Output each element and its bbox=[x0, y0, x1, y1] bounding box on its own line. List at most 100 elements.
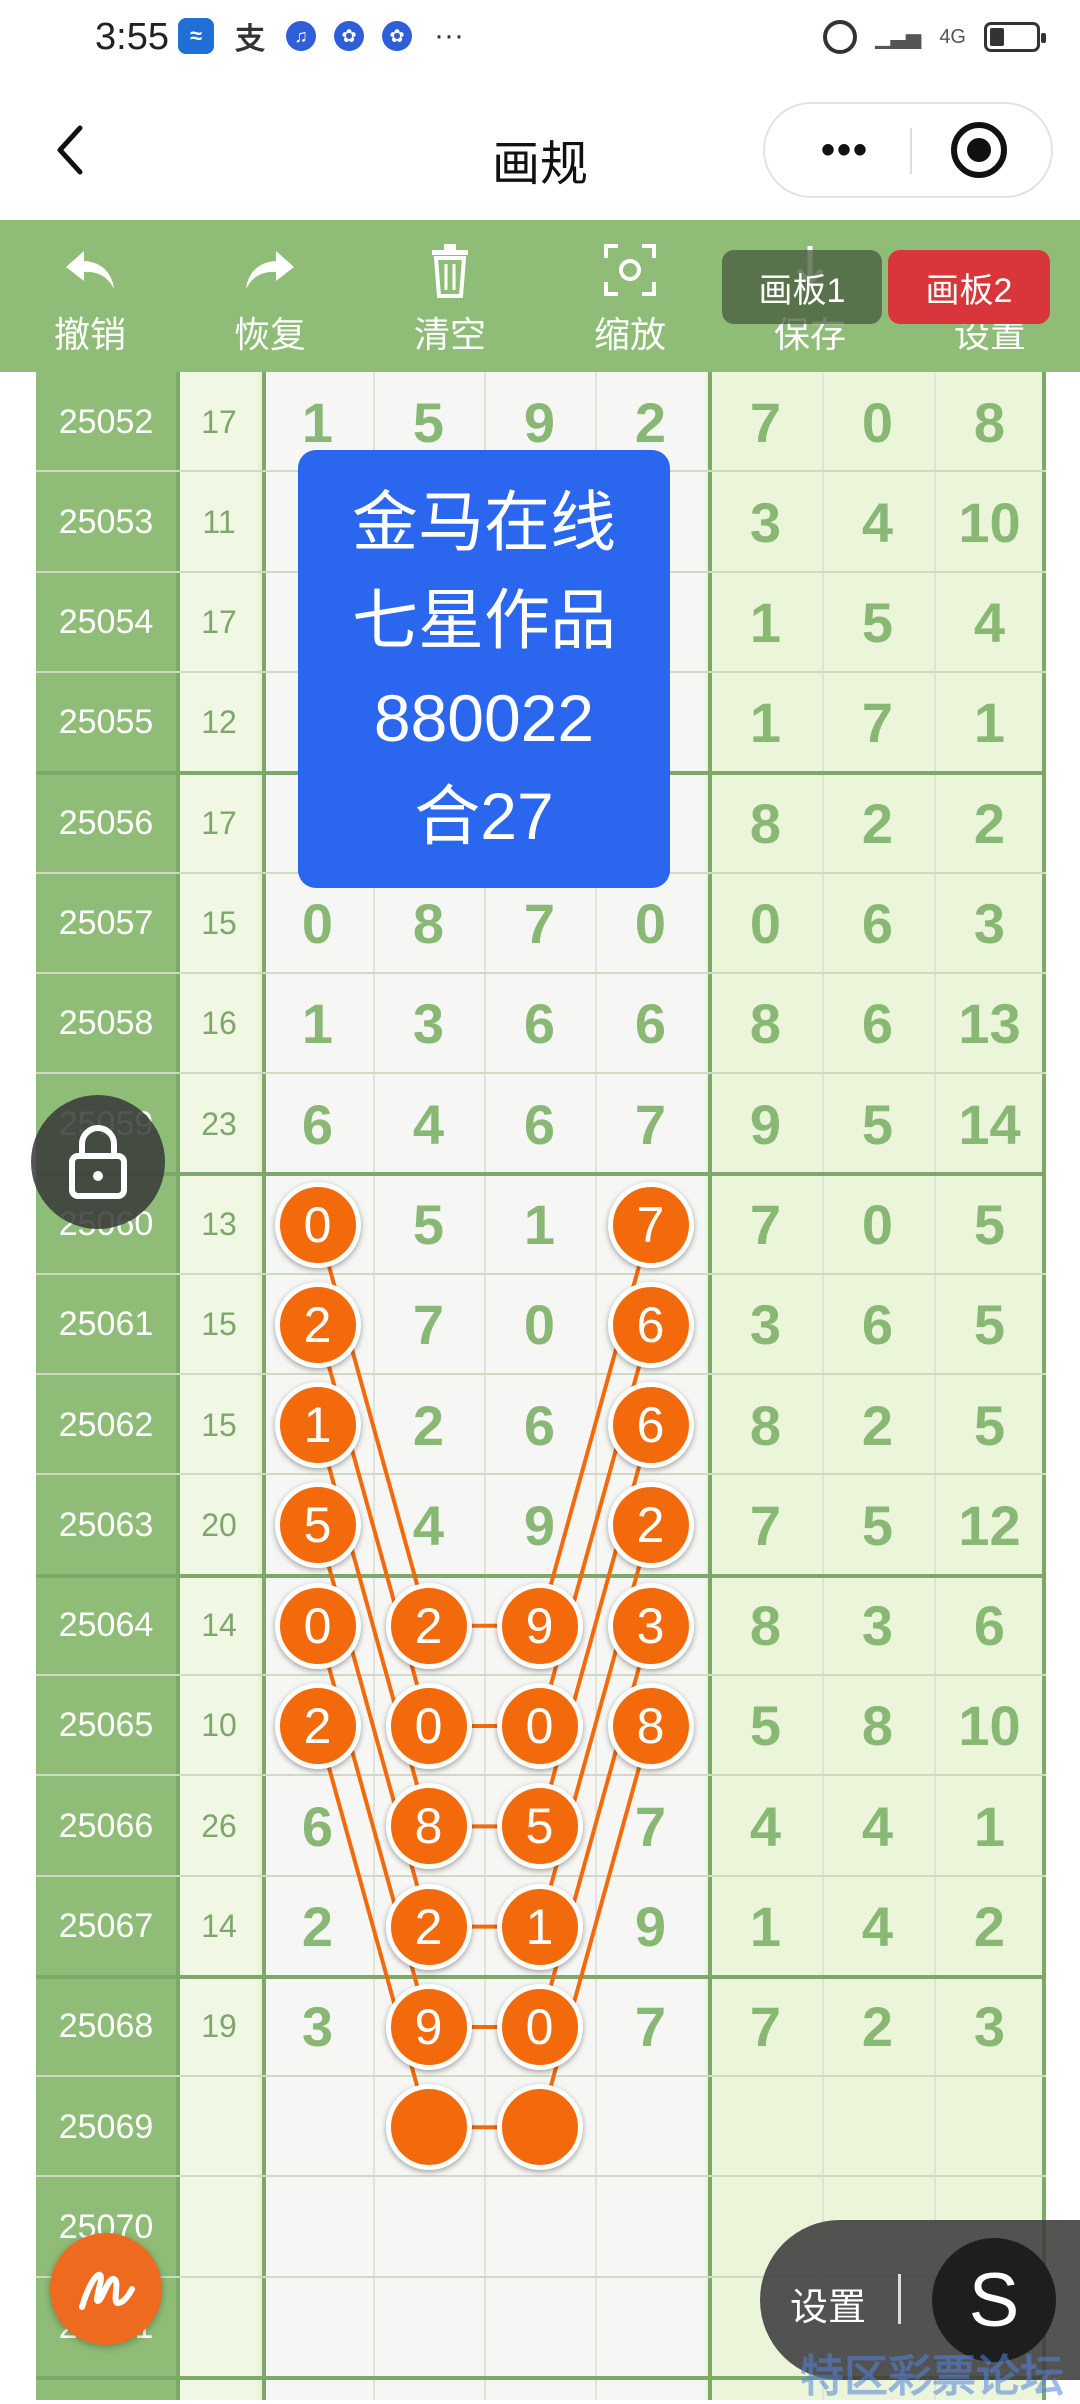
digit-cell[interactable]: 13 bbox=[934, 974, 1045, 1074]
digit-cell[interactable]: 4 bbox=[822, 472, 933, 572]
marked-ball[interactable] bbox=[385, 2084, 472, 2171]
digit-cell[interactable]: 0 bbox=[262, 874, 373, 974]
digit-cell[interactable]: 4 bbox=[373, 1475, 484, 1575]
digit-cell[interactable]: 8 bbox=[710, 773, 821, 873]
digit-cell[interactable]: 2 bbox=[822, 1977, 933, 2077]
marked-ball[interactable]: 9 bbox=[496, 1582, 583, 1669]
digit-cell[interactable]: 9 bbox=[710, 1074, 821, 1174]
digit-cell[interactable]: 1 bbox=[934, 673, 1045, 773]
digit-cell[interactable]: 6 bbox=[484, 1074, 595, 1174]
board2-tab[interactable]: 画板2 bbox=[888, 250, 1050, 324]
digit-cell[interactable]: 2 bbox=[934, 1877, 1045, 1977]
digit-cell[interactable]: 5 bbox=[373, 1174, 484, 1274]
digit-cell[interactable]: 2 bbox=[262, 1877, 373, 1977]
digit-cell[interactable]: 3 bbox=[373, 974, 484, 1074]
pen-tool-button[interactable] bbox=[50, 2233, 162, 2345]
digit-cell[interactable]: 2 bbox=[822, 1375, 933, 1475]
digit-cell[interactable]: 14 bbox=[934, 1074, 1045, 1174]
digit-cell[interactable]: 1 bbox=[934, 1776, 1045, 1876]
marked-ball[interactable]: 3 bbox=[607, 1582, 694, 1669]
digit-cell[interactable]: 0 bbox=[484, 1275, 595, 1375]
digit-cell[interactable]: 6 bbox=[822, 1275, 933, 1375]
digit-cell[interactable]: 1 bbox=[262, 974, 373, 1074]
digit-cell[interactable]: 4 bbox=[822, 1776, 933, 1876]
digit-cell[interactable] bbox=[484, 2278, 595, 2378]
digit-cell[interactable]: 6 bbox=[484, 1375, 595, 1475]
digit-cell[interactable]: 7 bbox=[595, 1776, 706, 1876]
marked-ball[interactable]: 5 bbox=[274, 1482, 361, 1569]
digit-cell[interactable] bbox=[373, 2177, 484, 2277]
digit-cell[interactable]: 6 bbox=[595, 974, 706, 1074]
digit-cell[interactable]: 9 bbox=[484, 1475, 595, 1575]
marked-ball[interactable]: 8 bbox=[385, 1783, 472, 1870]
digit-cell[interactable] bbox=[595, 2278, 706, 2378]
digit-cell[interactable]: 1 bbox=[484, 1174, 595, 1274]
digit-cell[interactable]: 7 bbox=[373, 1275, 484, 1375]
board1-tab[interactable]: 画板1 bbox=[722, 250, 882, 324]
marked-ball[interactable]: 0 bbox=[274, 1582, 361, 1669]
marked-ball[interactable]: 0 bbox=[274, 1181, 361, 1268]
digit-cell[interactable]: 7 bbox=[710, 1977, 821, 2077]
digit-cell[interactable]: 6 bbox=[484, 974, 595, 1074]
digit-cell[interactable] bbox=[934, 2077, 1045, 2177]
digit-cell[interactable] bbox=[822, 2077, 933, 2177]
lock-button[interactable] bbox=[31, 1095, 165, 1229]
marked-ball[interactable]: 0 bbox=[385, 1683, 472, 1770]
digit-cell[interactable]: 6 bbox=[822, 874, 933, 974]
digit-cell[interactable]: 7 bbox=[710, 372, 821, 472]
digit-cell[interactable] bbox=[484, 2177, 595, 2277]
digit-cell[interactable]: 10 bbox=[934, 472, 1045, 572]
digit-cell[interactable]: 7 bbox=[595, 1977, 706, 2077]
digit-cell[interactable]: 6 bbox=[822, 974, 933, 1074]
more-menu-button[interactable]: ••• bbox=[785, 104, 905, 196]
marked-ball[interactable]: 2 bbox=[274, 1683, 361, 1770]
marked-ball[interactable] bbox=[496, 2084, 583, 2171]
digit-cell[interactable]: 5 bbox=[934, 1275, 1045, 1375]
undo-button[interactable]: 撤销 bbox=[20, 240, 160, 358]
marked-ball[interactable]: 0 bbox=[496, 1983, 583, 2070]
redo-button[interactable]: 恢复 bbox=[200, 240, 340, 358]
digit-cell[interactable]: 5 bbox=[822, 1475, 933, 1575]
digit-cell[interactable]: 2 bbox=[934, 773, 1045, 873]
digit-cell[interactable]: 5 bbox=[934, 1375, 1045, 1475]
digit-cell[interactable]: 4 bbox=[373, 1074, 484, 1174]
digit-cell[interactable]: 0 bbox=[822, 372, 933, 472]
digit-cell[interactable]: 8 bbox=[934, 372, 1045, 472]
digit-cell[interactable]: 6 bbox=[934, 1576, 1045, 1676]
digit-cell[interactable]: 5 bbox=[934, 1174, 1045, 1274]
marked-ball[interactable]: 6 bbox=[607, 1382, 694, 1469]
digit-cell[interactable]: 1 bbox=[710, 573, 821, 673]
marked-ball[interactable]: 0 bbox=[496, 1683, 583, 1770]
marked-ball[interactable]: 1 bbox=[496, 1883, 583, 1970]
digit-cell[interactable]: 8 bbox=[373, 874, 484, 974]
floating-settings-button[interactable]: 设置 bbox=[790, 2276, 866, 2331]
digit-cell[interactable]: 0 bbox=[710, 874, 821, 974]
digit-cell[interactable]: 3 bbox=[934, 1977, 1045, 2077]
digit-cell[interactable]: 6 bbox=[262, 1074, 373, 1174]
digit-cell[interactable]: 3 bbox=[822, 1576, 933, 1676]
marked-ball[interactable]: 9 bbox=[385, 1983, 472, 2070]
digit-cell[interactable]: 3 bbox=[262, 1977, 373, 2077]
digit-cell[interactable]: 3 bbox=[934, 874, 1045, 974]
marked-ball[interactable]: 5 bbox=[496, 1783, 583, 1870]
digit-cell[interactable]: 3 bbox=[710, 472, 821, 572]
marked-ball[interactable]: 2 bbox=[385, 1582, 472, 1669]
digit-cell[interactable] bbox=[710, 2077, 821, 2177]
digit-cell[interactable]: 1 bbox=[710, 673, 821, 773]
clear-button[interactable]: 清空 bbox=[380, 240, 520, 358]
digit-cell[interactable]: 1 bbox=[710, 1877, 821, 1977]
digit-cell[interactable] bbox=[262, 2077, 373, 2177]
digit-cell[interactable]: 8 bbox=[710, 974, 821, 1074]
digit-cell[interactable]: 8 bbox=[710, 1375, 821, 1475]
marked-ball[interactable]: 2 bbox=[607, 1482, 694, 1569]
digit-cell[interactable]: 3 bbox=[710, 1275, 821, 1375]
marked-ball[interactable]: 6 bbox=[607, 1281, 694, 1368]
digit-cell[interactable]: 7 bbox=[484, 874, 595, 974]
digit-cell[interactable]: 4 bbox=[934, 573, 1045, 673]
zoom-button[interactable]: 缩放 bbox=[560, 240, 700, 358]
digit-cell[interactable]: 8 bbox=[822, 1676, 933, 1776]
digit-cell[interactable] bbox=[595, 2177, 706, 2277]
close-miniapp-button[interactable] bbox=[951, 122, 1007, 178]
digit-cell[interactable]: 4 bbox=[822, 1877, 933, 1977]
digit-cell[interactable]: 0 bbox=[595, 874, 706, 974]
